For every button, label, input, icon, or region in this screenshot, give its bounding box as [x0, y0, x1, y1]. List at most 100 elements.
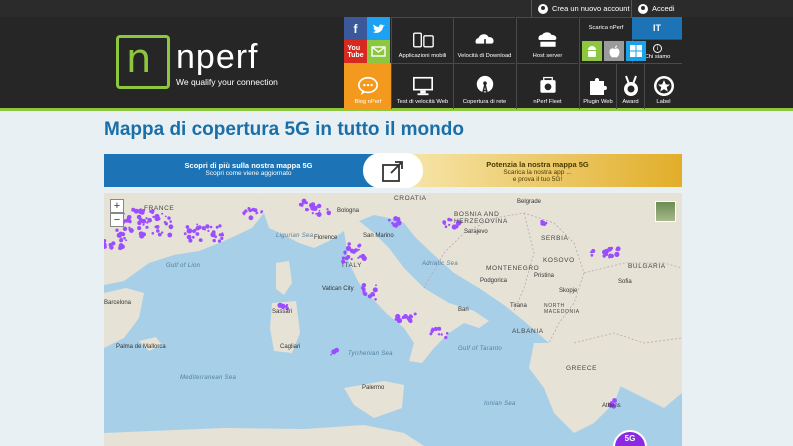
boost-map-subtitle-2: e prova il tuo 5G!: [512, 176, 563, 183]
coverage-dot: [125, 239, 128, 242]
map-label-bulgaria: BULGARIA: [628, 263, 666, 270]
coverage-dot: [341, 256, 346, 260]
tile-label: Award: [622, 99, 639, 105]
page-title: Mappa di copertura 5G in tutto il mondo: [104, 119, 464, 140]
tile-mobile-apps[interactable]: Applicazioni mobili: [391, 17, 453, 63]
coverage-dot: [256, 211, 259, 214]
zoom-out-button[interactable]: −: [110, 213, 124, 227]
tile-web-speed-test[interactable]: Test di velocità Web: [391, 63, 453, 109]
coverage-dot: [152, 215, 155, 219]
tile-label: Plugin Web: [583, 99, 613, 105]
tile-label-badge[interactable]: Label: [644, 63, 682, 109]
android-icon[interactable]: [582, 41, 602, 61]
tile-blog[interactable]: Blog nPerf: [344, 63, 391, 109]
apple-icon[interactable]: [604, 41, 624, 61]
coverage-dot: [248, 215, 254, 221]
map-label-gulf-of-lion: Gulf of Lion: [166, 263, 201, 269]
coverage-dot: [311, 212, 314, 215]
coverage-dot: [154, 215, 160, 222]
tile-label: Copertura di rete: [462, 99, 507, 105]
nperf-logo[interactable]: n nperf We qualify your connection: [116, 35, 286, 91]
create-account-link[interactable]: Crea un nuovo account: [531, 0, 636, 17]
boost-map-banner[interactable]: Potenzia la nostra mappa 5G Scarica la n…: [393, 154, 682, 187]
logo-wordmark: nperf: [176, 38, 259, 76]
coverage-dot: [375, 284, 377, 287]
email-icon[interactable]: [367, 40, 390, 63]
coverage-dot: [437, 333, 441, 336]
tile-label: Test di velocità Web: [396, 99, 449, 105]
site-header: n nperf We qualify your connection f You…: [0, 17, 793, 111]
coverage-dot: [156, 229, 160, 233]
map-label-albania: ALBANIA: [512, 328, 544, 335]
coverage-dot: [211, 231, 216, 236]
fullscreen-button[interactable]: [363, 153, 423, 188]
tile-web-plugin[interactable]: Plugin Web: [579, 63, 616, 109]
coverage-dot: [396, 317, 403, 324]
windows-icon[interactable]: [626, 41, 646, 61]
download-label: Scarica nPerf: [588, 25, 624, 31]
coverage-dot: [387, 218, 391, 222]
mobile-apps-icon: [412, 29, 434, 51]
coverage-dot: [614, 251, 620, 257]
coverage-dot: [191, 235, 195, 239]
coverage-dot: [347, 242, 351, 246]
coverage-dot: [350, 258, 353, 261]
coverage-dot: [346, 255, 351, 259]
coverage-dot: [154, 225, 158, 229]
map-label-bosnia: BOSNIA AND HERZEGOVINA: [454, 211, 508, 225]
coverage-dot: [123, 236, 126, 240]
coverage-dot: [315, 212, 317, 215]
map-label-croatia: CROATIA: [394, 195, 427, 202]
coverage-dot: [147, 217, 152, 223]
coverage-dot: [196, 223, 199, 226]
coverage-dot: [301, 204, 304, 207]
coverage-dot: [244, 209, 248, 213]
tile-label: Velocità di Download: [457, 53, 512, 59]
coverage-map[interactable]: CROATIA BOSNIA AND HERZEGOVINA SERBIA ITA…: [104, 193, 682, 446]
create-account-label: Crea un nuovo account: [552, 4, 630, 13]
tile-nperf-fleet[interactable]: nPerf Fleet: [516, 63, 578, 109]
logo-letter: n: [126, 36, 152, 82]
tile-host-server[interactable]: Host server: [516, 17, 578, 63]
login-link[interactable]: Accedi: [631, 0, 693, 17]
coverage-dot: [354, 248, 358, 253]
user-add-icon: [538, 3, 548, 14]
tile-download-speed[interactable]: Velocità di Download: [453, 17, 515, 63]
coverage-dot: [312, 205, 316, 209]
logo-tagline: We qualify your connection: [176, 77, 278, 87]
map-label-belgrade: Belgrade: [517, 199, 542, 205]
basemap-switcher[interactable]: [655, 201, 676, 222]
coverage-dot: [217, 239, 222, 243]
coverage-dot: [195, 232, 200, 236]
coverage-dot: [121, 232, 126, 237]
coverage-dot: [437, 327, 440, 330]
coverage-dot: [138, 231, 144, 236]
map-label-sofia: Sofia: [618, 279, 632, 285]
boost-map-subtitle-1: Scarica la nostra app ...: [503, 169, 572, 176]
facebook-icon[interactable]: f: [344, 17, 367, 40]
twitter-icon[interactable]: [367, 17, 390, 40]
coverage-dot: [448, 223, 451, 226]
coverage-dot: [590, 253, 594, 257]
map-label-skopje: Skopje: [559, 288, 578, 294]
coverage-dot: [183, 232, 187, 236]
coverage-dot: [188, 238, 193, 243]
map-label-vatican: Vatican City: [322, 286, 354, 292]
learn-more-banner[interactable]: Scopri di più sulla nostra mappa 5G Scop…: [104, 154, 393, 187]
map-label-gulf-of-taranto: Gulf of Taranto: [458, 346, 502, 352]
youtube-icon[interactable]: You Tube: [344, 40, 367, 63]
coverage-dot: [131, 207, 136, 212]
tile-network-coverage[interactable]: Copertura di rete: [453, 63, 515, 109]
tile-award[interactable]: Award: [616, 63, 644, 109]
coverage-dot: [129, 228, 134, 233]
zoom-in-button[interactable]: +: [110, 199, 124, 213]
map-label-north-macedonia: NORTH MACEDONIA: [544, 303, 580, 315]
map-label-tyrrhenian-sea: Tyrrhenian Sea: [348, 351, 393, 357]
coverage-dot: [120, 237, 123, 240]
coverage-dot: [445, 332, 449, 335]
map-label-podgorica: Podgorica: [480, 278, 508, 284]
expand-icon: [382, 160, 403, 182]
language-selector[interactable]: IT: [632, 17, 682, 39]
coverage-dot: [169, 226, 173, 229]
coverage-dot: [301, 201, 305, 205]
